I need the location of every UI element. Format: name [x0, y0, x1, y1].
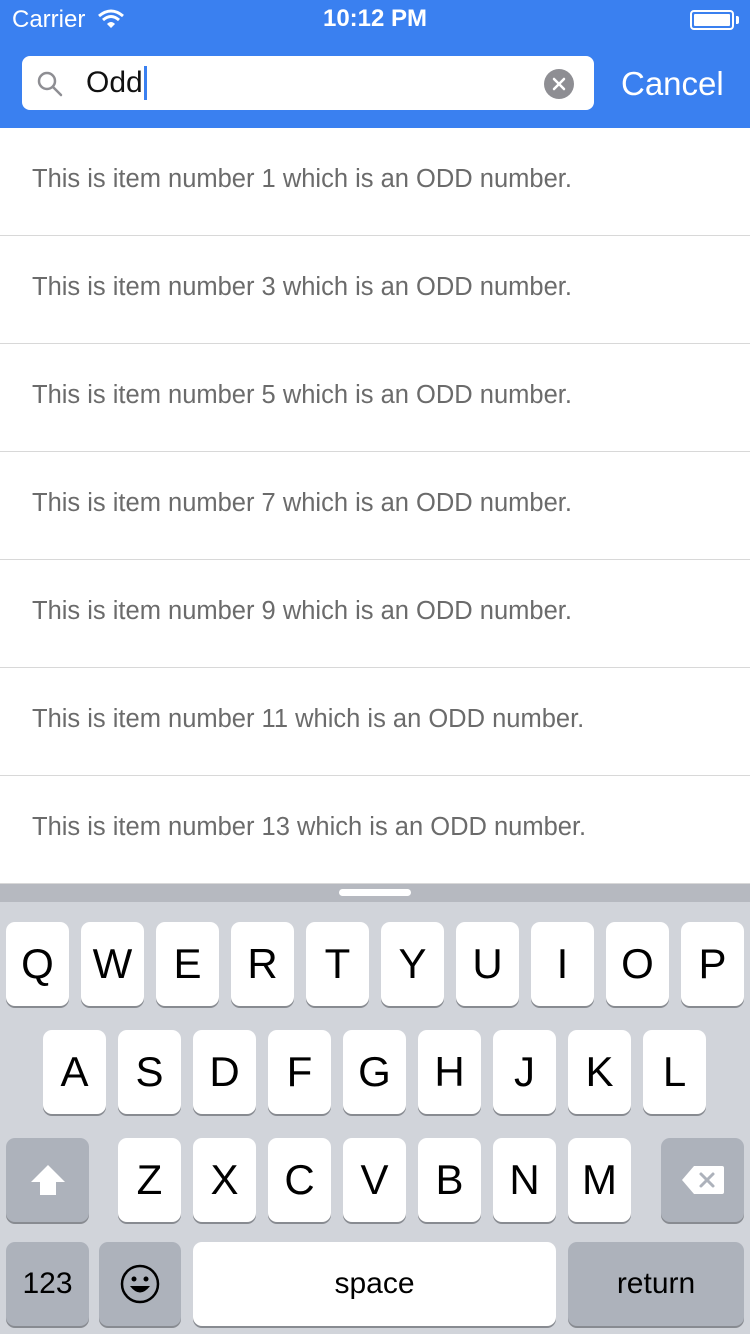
list-item-label: This is item number 3 which is an ODD nu… [32, 273, 572, 301]
list-item[interactable]: This is item number 9 which is an ODD nu… [0, 560, 750, 668]
key-s[interactable]: S [118, 1030, 181, 1114]
key-c[interactable]: C [268, 1138, 331, 1222]
cancel-button[interactable]: Cancel [621, 64, 724, 104]
key-x[interactable]: X [193, 1138, 256, 1222]
clear-icon [552, 77, 566, 91]
key-j[interactable]: J [493, 1030, 556, 1114]
list-item-label: This is item number 13 which is an ODD n… [32, 813, 587, 841]
key-l[interactable]: L [643, 1030, 706, 1114]
key-e[interactable]: E [156, 922, 219, 1006]
key-d[interactable]: D [193, 1030, 256, 1114]
key-o[interactable]: O [606, 922, 669, 1006]
key-i[interactable]: I [531, 922, 594, 1006]
shift-icon [30, 1165, 65, 1195]
battery-tip [736, 16, 739, 24]
key-b[interactable]: B [418, 1138, 481, 1222]
key-v[interactable]: V [343, 1138, 406, 1222]
list-item-label: This is item number 5 which is an ODD nu… [32, 381, 572, 409]
keyboard: Q W E R T Y U I O P A S D F G H J K L Z … [0, 884, 750, 1334]
status-bar: Carrier 10:12 PM [0, 0, 750, 40]
search-query-wrap: Odd [86, 65, 147, 101]
key-f[interactable]: F [268, 1030, 331, 1114]
key-g[interactable]: G [343, 1030, 406, 1114]
search-icon [36, 70, 64, 98]
key-p[interactable]: P [681, 922, 744, 1006]
space-key-label: space [334, 1267, 415, 1300]
results-list: This is item number 1 which is an ODD nu… [0, 128, 750, 884]
key-k[interactable]: K [568, 1030, 631, 1114]
list-item[interactable]: This is item number 1 which is an ODD nu… [0, 128, 750, 236]
search-header: Carrier 10:12 PM Odd Cancel [0, 0, 750, 128]
list-item-label: This is item number 11 which is an ODD n… [32, 705, 585, 733]
key-t[interactable]: T [306, 922, 369, 1006]
list-item-label: This is item number 7 which is an ODD nu… [32, 489, 572, 517]
key-n[interactable]: N [493, 1138, 556, 1222]
emoji-key[interactable] [99, 1242, 181, 1326]
list-item[interactable]: This is item number 7 which is an ODD nu… [0, 452, 750, 560]
space-key[interactable]: space [193, 1242, 556, 1326]
clock: 10:12 PM [322, 5, 428, 32]
key-q[interactable]: Q [6, 922, 69, 1006]
key-a[interactable]: A [43, 1030, 106, 1114]
list-item-label: This is item number 1 which is an ODD nu… [32, 165, 572, 193]
search-input[interactable]: Odd [22, 56, 594, 110]
key-h[interactable]: H [418, 1030, 481, 1114]
key-y[interactable]: Y [381, 922, 444, 1006]
list-item[interactable]: This is item number 11 which is an ODD n… [0, 668, 750, 776]
numbers-key[interactable]: 123 [6, 1242, 89, 1326]
shift-key[interactable] [6, 1138, 89, 1222]
search-query: Odd [86, 66, 143, 99]
backspace-key[interactable] [661, 1138, 744, 1222]
emoji-icon [120, 1264, 160, 1304]
clear-search-button[interactable] [544, 69, 574, 99]
battery-icon [690, 10, 734, 30]
text-caret [143, 66, 147, 100]
list-item[interactable]: This is item number 5 which is an ODD nu… [0, 344, 750, 452]
numbers-key-label: 123 [22, 1267, 73, 1300]
return-key[interactable]: return [568, 1242, 744, 1326]
keyboard-grabber[interactable] [339, 889, 411, 896]
key-w[interactable]: W [81, 922, 144, 1006]
key-m[interactable]: M [568, 1138, 631, 1222]
list-item[interactable]: This is item number 13 which is an ODD n… [0, 776, 750, 884]
list-item[interactable]: This is item number 3 which is an ODD nu… [0, 236, 750, 344]
list-item-label: This is item number 9 which is an ODD nu… [32, 597, 572, 625]
key-z[interactable]: Z [118, 1138, 181, 1222]
return-key-label: return [616, 1267, 696, 1300]
key-r[interactable]: R [231, 922, 294, 1006]
key-u[interactable]: U [456, 922, 519, 1006]
backspace-icon [681, 1166, 724, 1194]
